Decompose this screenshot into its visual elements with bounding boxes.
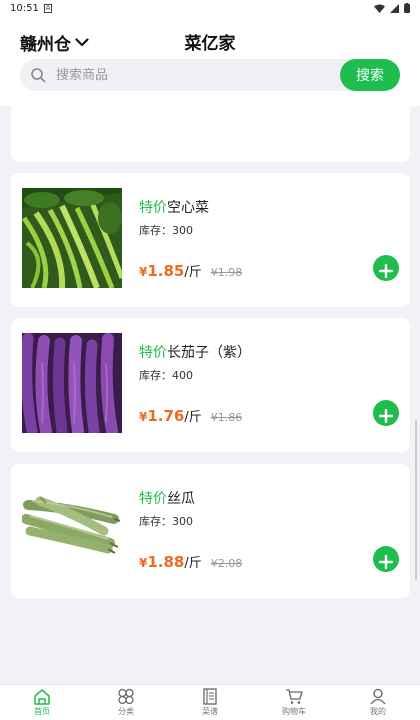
- add-to-cart-button[interactable]: [373, 255, 399, 281]
- product-title: 长茄子（紫）: [167, 345, 251, 361]
- original-price: ¥1.86: [210, 411, 243, 424]
- nav-cart[interactable]: 购物车: [252, 685, 336, 720]
- promo-tag: 特价: [139, 345, 167, 361]
- app-title: 菜亿家: [184, 34, 236, 54]
- status-bar: 10:51 A: [0, 0, 420, 18]
- battery-icon: [404, 3, 410, 13]
- status-time: 10:51: [10, 3, 39, 14]
- price-unit: /斤: [184, 556, 202, 571]
- price-symbol: ¥: [139, 265, 148, 279]
- nav-label: 购物车: [282, 707, 306, 716]
- search-icon: [31, 68, 46, 83]
- nav-label: 分类: [118, 707, 134, 716]
- add-to-cart-button[interactable]: [373, 546, 399, 572]
- eggplant-image: [22, 333, 122, 433]
- product-title: 丝瓜: [167, 491, 195, 507]
- original-price: ¥2.08: [210, 557, 243, 570]
- product-stock: 库存：300: [139, 224, 193, 237]
- nav-category[interactable]: 分类: [84, 685, 168, 720]
- product-price: ¥ 1.85 /斤 ¥1.98: [139, 261, 242, 280]
- nav-label: 首页: [34, 707, 50, 716]
- product-name: 特价长茄子（紫）: [139, 342, 251, 362]
- home-icon: [34, 689, 50, 705]
- product-stock: 库存：400: [139, 369, 193, 382]
- product-stock: 库存：300: [139, 515, 193, 528]
- profile-icon: [370, 688, 386, 705]
- water-spinach-image: [22, 188, 122, 288]
- header: 赣州仓 菜亿家 搜索: [0, 18, 420, 106]
- nav-recipe[interactable]: 菜谱: [168, 685, 252, 720]
- product-price: ¥ 1.88 /斤 ¥2.08: [139, 552, 242, 571]
- product-card[interactable]: 特价空心菜 库存：300 ¥ 1.85 /斤 ¥1.98: [11, 173, 410, 307]
- status-icons: [374, 3, 410, 13]
- plus-icon: [379, 264, 393, 278]
- nav-label: 菜谱: [202, 707, 218, 716]
- product-title: 空心菜: [167, 200, 209, 216]
- promo-tag: 特价: [139, 491, 167, 507]
- product-price: ¥ 1.76 /斤 ¥1.86: [139, 406, 242, 425]
- price-symbol: ¥: [139, 410, 148, 424]
- promo-tag: 特价: [139, 200, 167, 216]
- nav-label: 我的: [370, 707, 386, 716]
- search-button[interactable]: 搜索: [340, 59, 400, 91]
- add-to-cart-button[interactable]: [373, 400, 399, 426]
- product-list[interactable]: 菜亿家 特价空心菜 库存：300 ¥ 1.85 /斤 ¥1.98: [0, 106, 420, 684]
- search-bar: 搜索: [20, 59, 400, 91]
- plus-icon: [379, 409, 393, 423]
- cart-icon: [286, 689, 303, 704]
- recipe-icon: [203, 688, 217, 705]
- product-name: 特价丝瓜: [139, 488, 195, 508]
- wifi-icon: [374, 4, 385, 13]
- price-symbol: ¥: [139, 556, 148, 570]
- signal-icon: [390, 3, 399, 13]
- a-icon: A: [44, 4, 52, 13]
- product-card-partial[interactable]: 菜亿家: [11, 106, 410, 162]
- price-unit: /斤: [184, 265, 202, 280]
- category-icon: [118, 688, 134, 705]
- product-name: 特价空心菜: [139, 197, 209, 217]
- plus-icon: [379, 555, 393, 569]
- price-unit: /斤: [184, 410, 202, 425]
- price-value: 1.88: [147, 553, 185, 571]
- scrollbar[interactable]: [415, 420, 417, 580]
- price-value: 1.76: [147, 407, 185, 425]
- product-card[interactable]: 特价长茄子（紫） 库存：400 ¥ 1.76 /斤 ¥1.86: [11, 318, 410, 452]
- loofah-image: [22, 479, 122, 579]
- bottom-nav: 首页 分类 菜谱 购物车 我的: [0, 684, 420, 720]
- nav-home[interactable]: 首页: [0, 685, 84, 720]
- product-card[interactable]: 特价丝瓜 库存：300 ¥ 1.88 /斤 ¥2.08: [11, 464, 410, 598]
- nav-profile[interactable]: 我的: [336, 685, 420, 720]
- original-price: ¥1.98: [210, 266, 243, 279]
- price-value: 1.85: [147, 262, 185, 280]
- search-input[interactable]: [56, 59, 316, 91]
